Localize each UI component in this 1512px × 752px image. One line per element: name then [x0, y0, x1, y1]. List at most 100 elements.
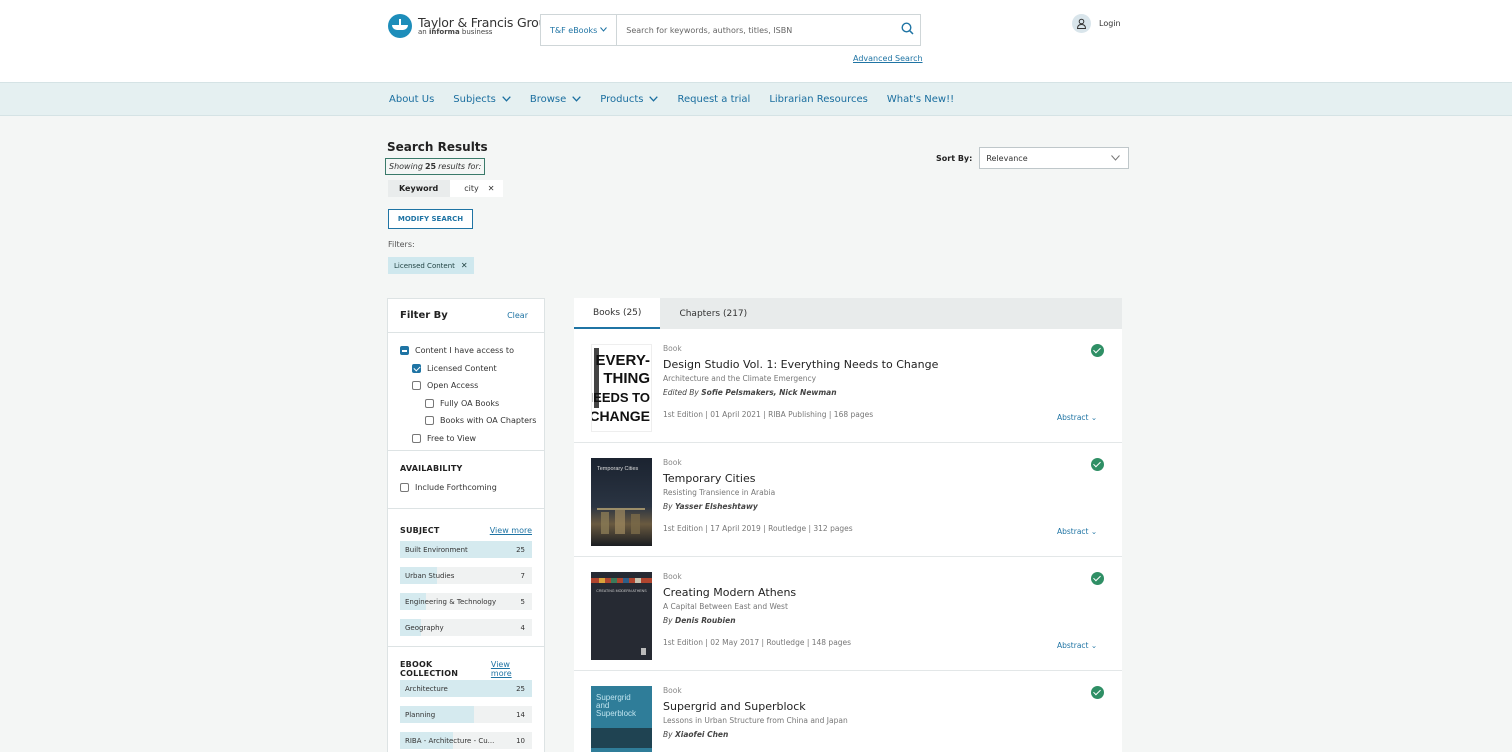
sort-select[interactable]: Relevance [979, 147, 1130, 169]
search-scope-dropdown[interactable]: T&F eBooks [541, 15, 618, 45]
ebook-collection-section: EBOOK COLLECTION View more Architecture 2… [388, 647, 544, 749]
tf-logo-icon [388, 14, 412, 38]
login-label: Login [1099, 19, 1121, 28]
result-subtitle: A Capital Between East and West [663, 602, 788, 611]
search-icon [900, 22, 914, 38]
result-subtitle: Lessons in Urban Structure from China an… [663, 716, 848, 725]
filter-include-forthcoming[interactable]: Include Forthcoming [400, 479, 532, 497]
main-nav: About Us Subjects Browse Products Reques… [0, 82, 1512, 116]
checkbox[interactable] [400, 483, 409, 493]
result-title-link[interactable]: Supergrid and Superblock [663, 700, 1043, 713]
result-item: CREATING MODERN ATHENS Book Creating Mod… [574, 557, 1122, 671]
chevron-down-icon: ⌄ [1090, 641, 1098, 650]
result-title-link[interactable]: Design Studio Vol. 1: Everything Needs t… [663, 358, 1043, 371]
nav-whats-new[interactable]: What's New!! [887, 94, 954, 105]
nav-products[interactable]: Products [600, 94, 659, 105]
result-authors: By Xiaofei Chen [663, 730, 729, 739]
filter-licensed-content[interactable]: Licensed Content [400, 360, 544, 378]
nav-subjects[interactable]: Subjects [453, 94, 511, 105]
nav-browse[interactable]: Browse [530, 94, 582, 105]
checkbox[interactable] [425, 398, 434, 408]
svg-text:THING: THING [603, 370, 650, 387]
nav-request-trial[interactable]: Request a trial [677, 94, 750, 105]
chevron-down-icon: ⌄ [1090, 413, 1098, 422]
book-cover[interactable]: Supergrid and Superblock [591, 686, 652, 752]
book-cover[interactable]: Temporary Cities [591, 458, 652, 546]
active-filter-chip[interactable]: Licensed Content ✕ [388, 257, 474, 274]
login-button[interactable]: Login [1072, 14, 1121, 33]
search-button[interactable] [894, 15, 920, 45]
results-count: Showing 25 results for: [385, 158, 486, 175]
facet-architecture[interactable]: Architecture 25 [400, 680, 532, 697]
keyword-label: Keyword [388, 180, 451, 197]
subject-title: SUBJECT [400, 525, 440, 535]
filter-open-access[interactable]: Open Access [400, 377, 544, 395]
tab-books[interactable]: Books (25) [574, 298, 661, 329]
subject-section: SUBJECT View more Built Environment 25 Ur… [388, 509, 544, 647]
search-input[interactable] [617, 15, 894, 45]
result-type: Book [663, 686, 682, 695]
facet-planning[interactable]: Planning 14 [400, 706, 532, 723]
result-authors: Edited By Sofie Pelsmakers, Nick Newman [663, 388, 837, 397]
checkbox[interactable] [400, 346, 409, 356]
filter-fully-oa-books[interactable]: Fully OA Books [400, 395, 544, 413]
ebook-collection-title: EBOOK COLLECTION [400, 660, 459, 678]
chevron-down-icon [600, 26, 608, 34]
search-bar: T&F eBooks [540, 14, 921, 46]
keyword-value-chip: city ✕ [450, 180, 504, 197]
facet-built-environment[interactable]: Built Environment 25 [400, 541, 532, 558]
keyword-chip: Keyword city ✕ [388, 180, 504, 197]
results-panel: Books (25) Chapters (217) EVERY- THING N… [574, 298, 1122, 752]
result-title-link[interactable]: Temporary Cities [663, 472, 1043, 485]
result-publication-info: 1st Edition | 01 April 2021 | RIBA Publi… [663, 410, 874, 419]
facet-urban-studies[interactable]: Urban Studies 7 [400, 567, 532, 584]
access-check-icon [1091, 344, 1104, 357]
abstract-toggle[interactable]: Abstract ⌄ [1057, 527, 1097, 536]
filter-books-oa-chapters[interactable]: Books with OA Chapters [400, 412, 544, 430]
result-item: EVERY- THING NEEDS TO CHANGE Book Design… [574, 329, 1122, 443]
clear-filters-link[interactable]: Clear [507, 311, 528, 320]
svg-text:CREATING MODERN ATHENS: CREATING MODERN ATHENS [596, 589, 647, 593]
close-icon[interactable]: ✕ [461, 261, 468, 270]
access-filter-group: Content I have access to Licensed Conten… [388, 333, 544, 451]
svg-text:NEEDS TO: NEEDS TO [592, 390, 650, 405]
logo-subtitle: an informa business [418, 27, 493, 36]
svg-text:CHANGE: CHANGE [592, 408, 650, 424]
checkbox[interactable] [425, 416, 434, 426]
advanced-search-link[interactable]: Advanced Search [853, 54, 923, 63]
filter-free-to-view[interactable]: Free to View [400, 430, 544, 448]
tab-chapters[interactable]: Chapters (217) [660, 298, 766, 329]
close-icon[interactable]: ✕ [488, 184, 495, 193]
checkbox[interactable] [412, 381, 421, 391]
availability-section: AVAILABILITY Include Forthcoming [388, 451, 544, 509]
book-cover[interactable]: EVERY- THING NEEDS TO CHANGE [591, 344, 652, 432]
result-title-link[interactable]: Creating Modern Athens [663, 586, 1043, 599]
filter-content-access[interactable]: Content I have access to [400, 342, 544, 360]
filter-by-title: Filter By [400, 310, 448, 321]
result-publication-info: 1st Edition | 17 April 2019 | Routledge … [663, 524, 853, 533]
tf-logo[interactable]: Taylor & Francis Group an informa busine… [388, 14, 554, 38]
subject-view-more-link[interactable]: View more [490, 526, 532, 535]
availability-title: AVAILABILITY [400, 464, 463, 473]
svg-text:Superblock: Superblock [596, 709, 637, 718]
site-header: Taylor & Francis Group an informa busine… [0, 0, 1512, 82]
modify-search-button[interactable]: MODIFY SEARCH [388, 209, 473, 229]
abstract-toggle[interactable]: Abstract ⌄ [1057, 641, 1097, 650]
nav-about-us[interactable]: About Us [389, 94, 434, 105]
result-subtitle: Architecture and the Climate Emergency [663, 374, 817, 383]
result-publication-info: 1st Edition | 02 May 2017 | Routledge | … [663, 638, 852, 647]
facet-geography[interactable]: Geography 4 [400, 619, 532, 636]
checkbox[interactable] [412, 433, 421, 443]
book-cover[interactable]: CREATING MODERN ATHENS [591, 572, 652, 660]
nav-librarian-resources[interactable]: Librarian Resources [769, 94, 868, 105]
facet-riba-architecture[interactable]: RIBA - Architecture - Cu... 10 [400, 732, 532, 749]
collection-view-more-link[interactable]: View more [491, 660, 532, 678]
sort-label: Sort By: [936, 153, 973, 163]
facet-engineering-technology[interactable]: Engineering & Technology 5 [400, 593, 532, 610]
svg-text:EVERY-: EVERY- [596, 352, 650, 369]
result-type: Book [663, 344, 682, 353]
access-check-icon [1091, 572, 1104, 585]
checkbox[interactable] [412, 363, 421, 373]
result-item: Temporary Cities Book Temporary Cities R… [574, 443, 1122, 557]
abstract-toggle[interactable]: Abstract ⌄ [1057, 413, 1097, 422]
